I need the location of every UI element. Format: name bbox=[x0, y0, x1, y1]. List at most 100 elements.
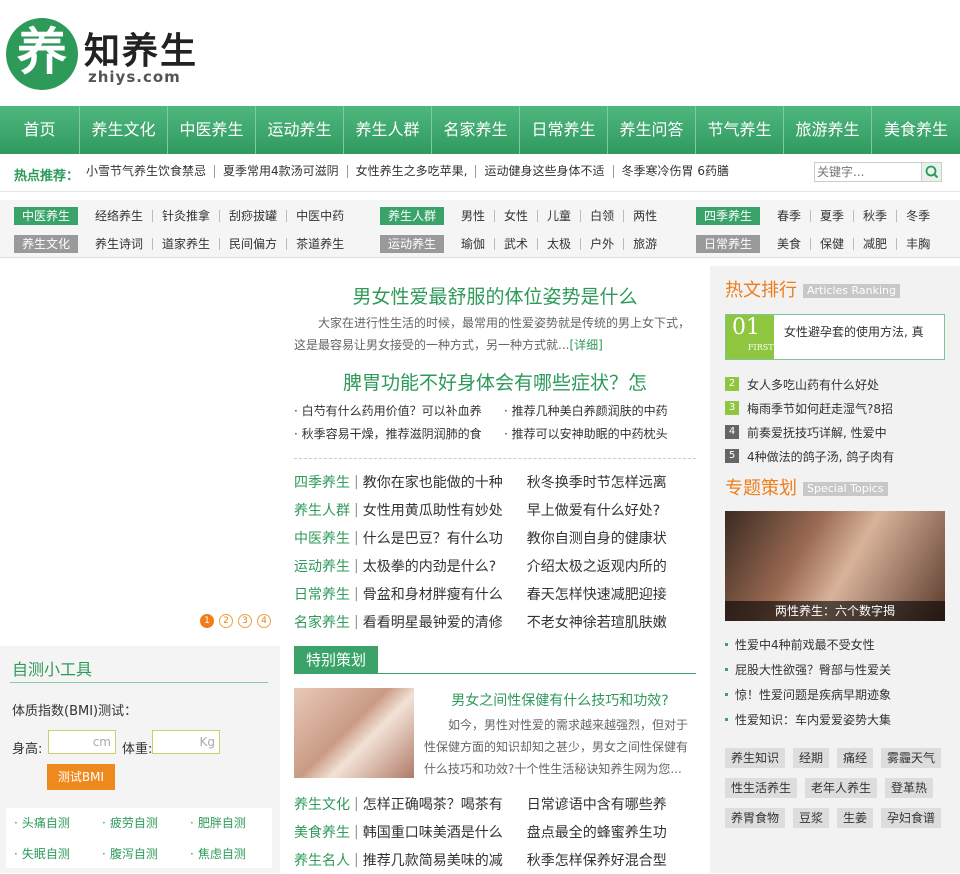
news-link[interactable]: 秋冬换季时节怎样远离 bbox=[527, 472, 687, 492]
weight-input[interactable]: Kg bbox=[152, 730, 220, 754]
news-category[interactable]: 名家养生 bbox=[294, 612, 352, 632]
site-logo[interactable]: 养 知养生 zhiys.com bbox=[0, 8, 210, 98]
news-link[interactable]: 介绍太极之返观内所的 bbox=[527, 556, 687, 576]
tag[interactable]: 孕妇食谱 bbox=[881, 808, 942, 828]
category-link[interactable]: 春季 bbox=[768, 210, 812, 222]
news-link[interactable]: 太极拳的内劲是什么? bbox=[363, 556, 527, 576]
topic-link[interactable]: 性爱中4种前戏最不受女性 bbox=[725, 632, 891, 657]
hot-item[interactable]: 夏季常用4款汤可滋阴 bbox=[215, 165, 348, 178]
news-link[interactable]: 什么是巴豆？有什么功 bbox=[363, 528, 527, 548]
nav-item[interactable]: 养生人群 bbox=[344, 106, 432, 154]
topic-link[interactable]: 性爱知识：车内爱爱姿势大集 bbox=[725, 707, 891, 732]
news-category[interactable]: 养生名人 bbox=[294, 850, 352, 870]
news-link[interactable]: 不老女神徐若瑄肌肤嫩 bbox=[527, 612, 687, 632]
tag[interactable]: 养胃食物 bbox=[725, 808, 786, 828]
special-title[interactable]: 男女之间性保健有什么技巧和功效? bbox=[424, 690, 696, 710]
category-tag[interactable]: 四季养生 bbox=[696, 207, 761, 225]
more-link[interactable]: [详细] bbox=[569, 338, 602, 352]
rank-top-item[interactable]: 01 FIRST 女性避孕套的使用方法, 真 bbox=[725, 314, 945, 360]
tag[interactable]: 老年人养生 bbox=[805, 778, 878, 798]
hot-item[interactable]: 运动健身这些身体不适 bbox=[476, 165, 614, 178]
category-link[interactable]: 美食 bbox=[768, 238, 812, 250]
special-image[interactable] bbox=[294, 688, 414, 778]
search-input[interactable] bbox=[815, 163, 921, 181]
news-link[interactable]: 教你在家也能做的十种 bbox=[363, 472, 527, 492]
headline[interactable]: 男女性爱最舒服的体位姿势是什么 bbox=[294, 282, 696, 309]
slider-dot[interactable]: 4 bbox=[257, 614, 271, 628]
tag[interactable]: 养生知识 bbox=[725, 748, 786, 768]
news-category[interactable]: 养生文化 bbox=[294, 794, 352, 814]
category-link[interactable]: 养生诗词 bbox=[86, 238, 154, 250]
category-link[interactable]: 保健 bbox=[811, 238, 855, 250]
bullet-item[interactable]: 白芍有什么药用价值？可以补血养 bbox=[294, 402, 504, 419]
slider-dot[interactable]: 1 bbox=[200, 614, 214, 628]
news-link[interactable]: 早上做爱有什么好处? bbox=[527, 500, 687, 520]
nav-item[interactable]: 养生文化 bbox=[80, 106, 168, 154]
tag[interactable]: 痛经 bbox=[837, 748, 874, 768]
nav-item[interactable]: 美食养生 bbox=[872, 106, 960, 154]
category-link[interactable]: 瑜伽 bbox=[452, 238, 496, 250]
news-link[interactable]: 教你自测自身的健康状 bbox=[527, 528, 687, 548]
news-category[interactable]: 四季养生 bbox=[294, 472, 352, 492]
category-link[interactable]: 茶道养生 bbox=[287, 238, 353, 250]
hot-item[interactable]: 小雪节气养生饮食禁忌 bbox=[86, 165, 216, 178]
category-link[interactable]: 儿童 bbox=[538, 210, 582, 222]
topic-link[interactable]: 惊！性爱问题是疾病早期迹象 bbox=[725, 682, 891, 707]
height-input[interactable]: cm bbox=[48, 730, 116, 754]
category-link[interactable]: 丰胸 bbox=[897, 238, 939, 250]
headline-2[interactable]: 脾胃功能不好身体会有哪些症状？怎 bbox=[294, 368, 696, 395]
rank-item[interactable]: 3 梅雨季节如何赶走湿气?8招 bbox=[725, 396, 894, 420]
nav-item[interactable]: 养生问答 bbox=[608, 106, 696, 154]
category-link[interactable]: 民间偏方 bbox=[220, 238, 288, 250]
news-link[interactable]: 推荐几款简易美味的减 bbox=[363, 850, 527, 870]
news-category[interactable]: 中医养生 bbox=[294, 528, 352, 548]
topic-image[interactable]: 两性养生：六个数字揭 bbox=[725, 511, 945, 621]
tag[interactable]: 生姜 bbox=[837, 808, 874, 828]
nav-item[interactable]: 运动养生 bbox=[256, 106, 344, 154]
self-test-link[interactable]: · 腹泻自测 bbox=[102, 845, 190, 868]
category-link[interactable]: 夏季 bbox=[811, 210, 855, 222]
category-link[interactable]: 男性 bbox=[452, 210, 496, 222]
nav-item[interactable]: 名家养生 bbox=[432, 106, 520, 154]
category-link[interactable]: 户外 bbox=[581, 238, 625, 250]
tag[interactable]: 登革热 bbox=[885, 778, 934, 798]
news-link[interactable]: 日常谚语中含有哪些养 bbox=[527, 794, 687, 814]
bullet-item[interactable]: 推荐几种美白养颜润肤的中药 bbox=[504, 402, 694, 419]
hot-item[interactable]: 女性养生之多吃苹果, bbox=[348, 165, 477, 178]
tag[interactable]: 豆浆 bbox=[793, 808, 830, 828]
category-link[interactable]: 刮痧拔罐 bbox=[220, 210, 288, 222]
category-tag[interactable]: 运动养生 bbox=[380, 235, 445, 253]
bmi-test-button[interactable]: 测试BMI bbox=[47, 764, 115, 790]
slider-dot[interactable]: 3 bbox=[238, 614, 252, 628]
category-link[interactable]: 秋季 bbox=[854, 210, 898, 222]
category-link[interactable]: 女性 bbox=[495, 210, 539, 222]
self-test-link[interactable]: · 肥胖自测 bbox=[190, 814, 278, 837]
rank-item[interactable]: 5 4种做法的鸽子汤, 鸽子肉有 bbox=[725, 444, 894, 468]
search-button[interactable] bbox=[921, 163, 941, 181]
image-slider[interactable] bbox=[0, 262, 280, 632]
nav-item[interactable]: 日常养生 bbox=[520, 106, 608, 154]
category-link[interactable]: 经络养生 bbox=[86, 210, 154, 222]
self-test-link[interactable]: · 失眠自测 bbox=[14, 845, 102, 868]
category-tag[interactable]: 日常养生 bbox=[696, 235, 761, 253]
bullet-item[interactable]: 秋季容易干燥，推荐滋阴润肺的食 bbox=[294, 425, 504, 442]
nav-item[interactable]: 首页 bbox=[0, 106, 80, 154]
news-link[interactable]: 盘点最全的蜂蜜养生功 bbox=[527, 822, 687, 842]
category-tag[interactable]: 养生文化 bbox=[14, 235, 79, 253]
category-tag[interactable]: 养生人群 bbox=[380, 207, 445, 225]
news-link[interactable]: 韩国重口味美酒是什么 bbox=[363, 822, 527, 842]
nav-item[interactable]: 中医养生 bbox=[168, 106, 256, 154]
news-link[interactable]: 秋季怎样保养好混合型 bbox=[527, 850, 687, 870]
category-link[interactable]: 减肥 bbox=[854, 238, 898, 250]
category-link[interactable]: 道家养生 bbox=[153, 238, 221, 250]
category-link[interactable]: 旅游 bbox=[624, 238, 666, 250]
category-link[interactable]: 针灸推拿 bbox=[153, 210, 221, 222]
category-tag[interactable]: 中医养生 bbox=[14, 207, 79, 225]
news-link[interactable]: 骨盆和身材胖瘦有什么 bbox=[363, 584, 527, 604]
tag[interactable]: 经期 bbox=[793, 748, 830, 768]
special-tab[interactable]: 特别策划 bbox=[294, 646, 378, 674]
self-test-link[interactable]: · 焦虑自测 bbox=[190, 845, 278, 868]
hot-item[interactable]: 冬季寒冷伤胃 6药膳 bbox=[614, 165, 737, 178]
topic-link[interactable]: 屁股大性欲强？臀部与性爱关 bbox=[725, 657, 891, 682]
rank-item[interactable]: 2 女人多吃山药有什么好处 bbox=[725, 372, 894, 396]
